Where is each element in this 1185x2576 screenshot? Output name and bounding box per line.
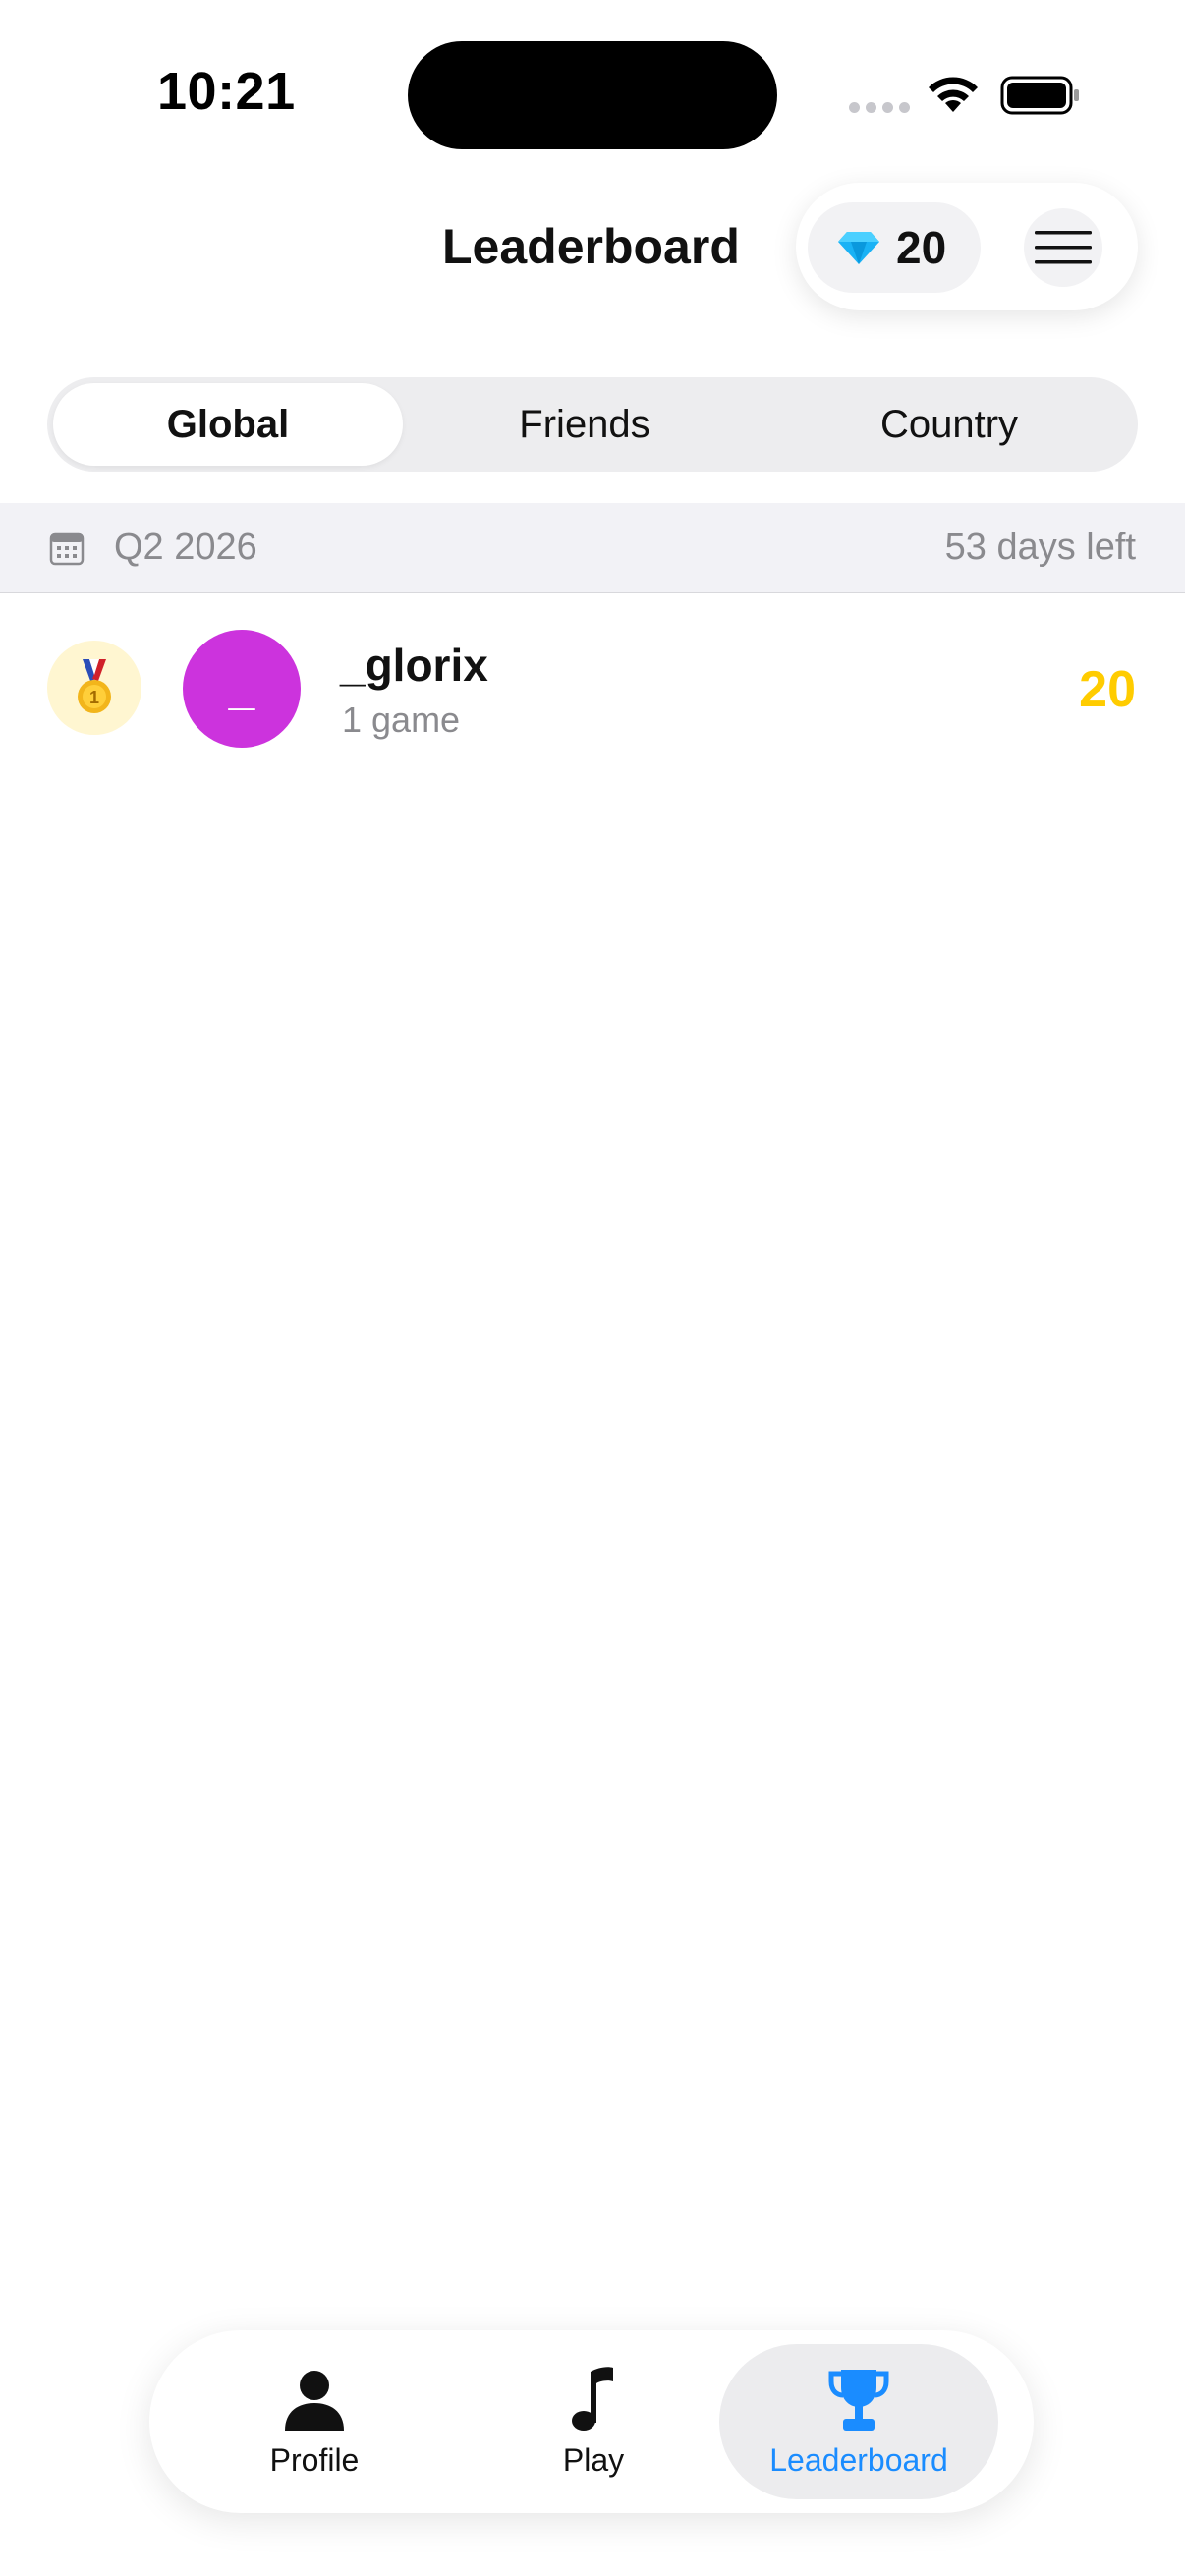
tab-label: Play — [562, 2441, 625, 2478]
diamond-icon — [838, 232, 879, 264]
calendar-icon — [49, 532, 85, 565]
segment-friends[interactable]: Friends — [403, 383, 766, 466]
person-icon — [285, 2370, 344, 2431]
leaderboard-row[interactable]: 1 _ _glorix 1 game 20 — [0, 609, 1185, 770]
first-place-medal-icon: 1 — [78, 659, 111, 713]
player-name: _glorix — [340, 640, 488, 691]
scope-segmented-control: Global Friends Country — [47, 377, 1138, 472]
tab-leaderboard[interactable]: Leaderboard — [719, 2344, 998, 2499]
cellular-signal-icon — [849, 102, 910, 113]
season-bar: Q2 2026 53 days left — [0, 503, 1185, 593]
battery-icon — [1000, 76, 1079, 115]
player-games-count: 1 game — [342, 700, 461, 740]
avatar: _ — [183, 630, 301, 748]
svg-text:1: 1 — [89, 688, 99, 707]
hamburger-menu-icon — [1035, 231, 1092, 264]
tab-label: Profile — [269, 2441, 360, 2478]
tab-play[interactable]: Play — [454, 2344, 733, 2499]
rank-badge: 1 — [47, 641, 141, 735]
wifi-icon — [929, 77, 978, 112]
dynamic-island — [408, 41, 777, 149]
segment-country[interactable]: Country — [766, 383, 1132, 466]
days-left: 53 days left — [944, 527, 1136, 568]
menu-button[interactable] — [1024, 208, 1102, 287]
gem-count: 20 — [896, 222, 947, 273]
music-note-icon — [572, 2366, 613, 2431]
trophy-icon — [828, 2369, 889, 2431]
season-label: Q2 2026 — [114, 527, 257, 568]
tab-profile[interactable]: Profile — [175, 2344, 454, 2499]
gem-balance-button[interactable]: 20 — [808, 202, 981, 293]
tab-label: Leaderboard — [769, 2441, 948, 2478]
tab-bar: Profile Play Leaderboard — [149, 2330, 1034, 2513]
status-time: 10:21 — [157, 62, 296, 121]
leaderboard-screen: 10:21 Leaderboard 20 Global Friends Coun… — [0, 0, 1185, 2576]
segment-global[interactable]: Global — [53, 383, 403, 466]
page-title: Leaderboard — [442, 219, 740, 274]
player-score: 20 — [1079, 661, 1136, 718]
